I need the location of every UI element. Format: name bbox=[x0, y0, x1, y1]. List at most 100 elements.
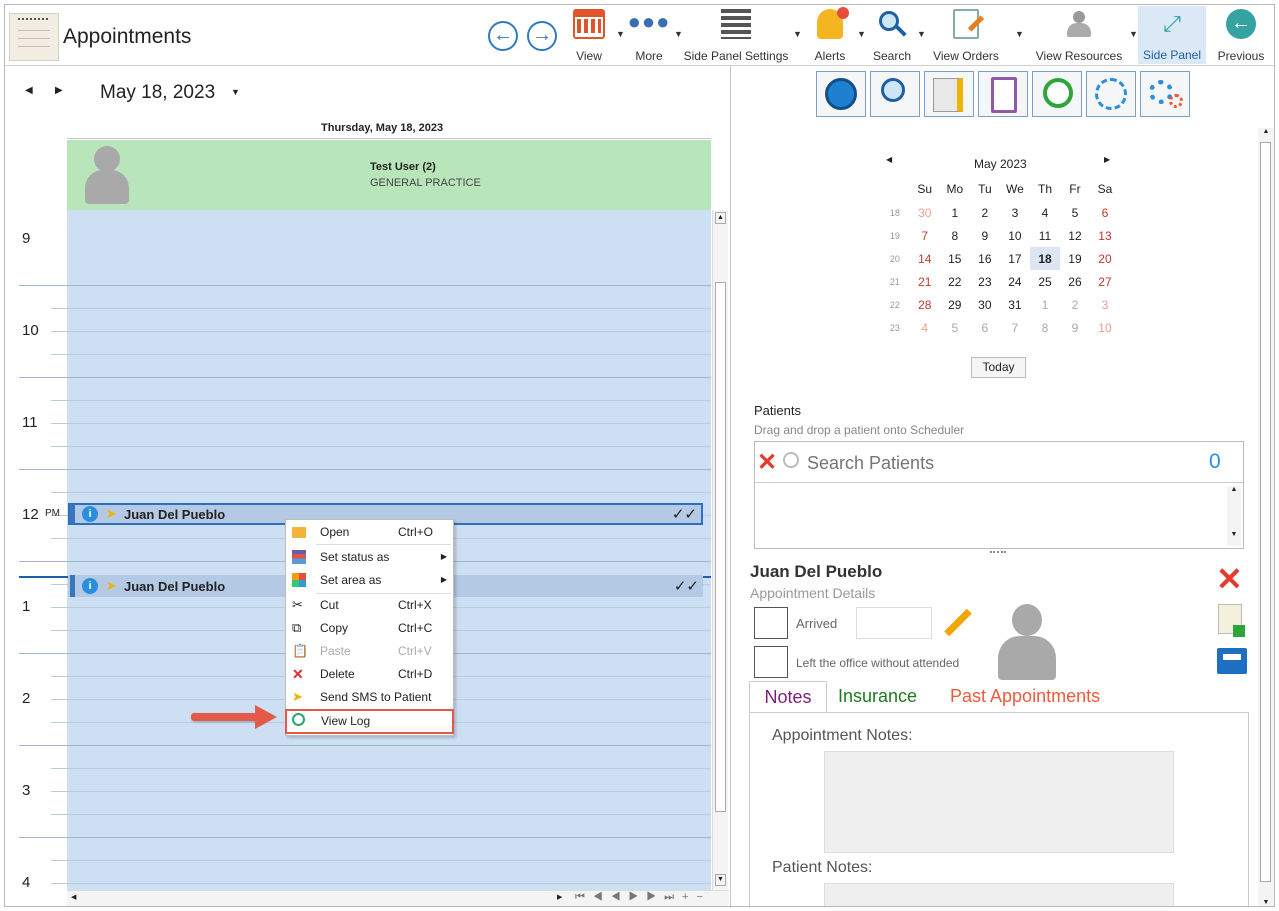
cal-day[interactable]: 1 bbox=[940, 201, 970, 224]
cal-day[interactable]: 12 bbox=[1060, 224, 1090, 247]
search-patients-input[interactable] bbox=[807, 448, 1127, 478]
more-dropdown-icon[interactable]: ▼ bbox=[674, 29, 683, 39]
side-panel-settings-button[interactable]: Side Panel Settings bbox=[683, 5, 789, 65]
cal-day[interactable]: 30 bbox=[910, 201, 940, 224]
menu-item-copy[interactable]: ⧉ Copy Ctrl+C bbox=[286, 617, 453, 639]
cal-day[interactable]: 9 bbox=[970, 224, 1000, 247]
side-btn-search[interactable] bbox=[870, 71, 920, 117]
cal-day[interactable]: 9 bbox=[1060, 316, 1090, 339]
date-dropdown-icon[interactable]: ▼ bbox=[231, 87, 240, 97]
info-icon[interactable]: i bbox=[82, 506, 98, 522]
edit-pencil-icon[interactable] bbox=[944, 608, 972, 637]
horizontal-scrollbar[interactable]: ◀ ▶ ⏮◀◀▶▶⏭+− bbox=[67, 890, 729, 906]
cal-day[interactable]: 26 bbox=[1060, 270, 1090, 293]
view-dropdown-icon[interactable]: ▼ bbox=[616, 29, 625, 39]
cal-day[interactable]: 18 bbox=[1030, 247, 1060, 270]
search-dropdown-icon[interactable]: ▼ bbox=[917, 29, 926, 39]
alerts-dropdown-icon[interactable]: ▼ bbox=[857, 29, 866, 39]
splitter-grip[interactable] bbox=[990, 551, 1006, 555]
delete-x-icon[interactable]: ✕ bbox=[1216, 560, 1243, 598]
prev-day-arrow[interactable]: ◀ bbox=[25, 85, 33, 96]
cal-day[interactable]: 15 bbox=[940, 247, 970, 270]
vertical-scrollbar[interactable]: ▲ ▼ bbox=[712, 210, 728, 890]
export-document-icon[interactable] bbox=[1218, 604, 1245, 637]
cal-day[interactable]: 16 bbox=[970, 247, 1000, 270]
cal-day[interactable]: 8 bbox=[1030, 316, 1060, 339]
cal-day[interactable]: 19 bbox=[1060, 247, 1090, 270]
orders-dropdown-icon[interactable]: ▼ bbox=[1015, 29, 1024, 39]
cal-day[interactable]: 31 bbox=[1000, 293, 1030, 316]
cal-day[interactable]: 1 bbox=[1030, 293, 1060, 316]
cal-day[interactable]: 7 bbox=[1000, 316, 1030, 339]
cal-day[interactable]: 13 bbox=[1090, 224, 1120, 247]
side-btn-refresh[interactable] bbox=[1086, 71, 1136, 117]
side-btn-checklist[interactable] bbox=[978, 71, 1028, 117]
search-button[interactable]: Search bbox=[869, 5, 915, 65]
menu-item-set-status[interactable]: Set status as ▶ bbox=[286, 546, 453, 568]
today-button[interactable]: Today bbox=[971, 357, 1026, 378]
menu-item-cut[interactable]: ✂ Cut Ctrl+X bbox=[286, 594, 453, 616]
patient-notes-field[interactable] bbox=[824, 883, 1174, 906]
date-selector[interactable]: May 18, 2023 bbox=[100, 82, 215, 104]
arrived-checkbox[interactable] bbox=[754, 607, 788, 639]
side-btn-network[interactable] bbox=[816, 71, 866, 117]
arrived-time-field[interactable] bbox=[856, 607, 932, 639]
cal-day[interactable]: 4 bbox=[910, 316, 940, 339]
view-orders-button[interactable]: View Orders bbox=[931, 5, 1001, 65]
more-button[interactable]: ●●● More bbox=[628, 5, 670, 65]
cal-day[interactable]: 23 bbox=[970, 270, 1000, 293]
side-btn-contact[interactable] bbox=[924, 71, 974, 117]
cal-day[interactable]: 24 bbox=[1000, 270, 1030, 293]
view-button[interactable]: View bbox=[567, 5, 611, 65]
appointment-notes-field[interactable] bbox=[824, 751, 1174, 853]
resource-header[interactable]: Test User (2) GENERAL PRACTICE bbox=[67, 140, 711, 210]
cal-day[interactable]: 11 bbox=[1030, 224, 1060, 247]
side-panel-button[interactable]: ⤢ Side Panel bbox=[1138, 6, 1206, 64]
tab-insurance[interactable]: Insurance bbox=[838, 681, 917, 711]
forward-arrow-button[interactable]: → bbox=[527, 21, 557, 51]
side-btn-alarm[interactable] bbox=[1032, 71, 1082, 117]
cal-prev-arrow[interactable]: ◀ bbox=[886, 155, 892, 164]
settings-dropdown-icon[interactable]: ▼ bbox=[793, 29, 802, 39]
clear-x-icon[interactable]: ✕ bbox=[757, 448, 777, 477]
cal-day[interactable]: 14 bbox=[910, 247, 940, 270]
cal-day[interactable]: 20 bbox=[1090, 247, 1120, 270]
info-icon[interactable]: i bbox=[82, 578, 98, 594]
previous-button[interactable]: ← Previous bbox=[1215, 5, 1267, 65]
scroll-thumb[interactable] bbox=[715, 282, 726, 812]
tab-notes[interactable]: Notes bbox=[749, 681, 827, 713]
menu-item-set-area[interactable]: Set area as ▶ bbox=[286, 569, 453, 591]
cal-day[interactable]: 17 bbox=[1000, 247, 1030, 270]
cal-day[interactable]: 25 bbox=[1030, 270, 1060, 293]
cal-day[interactable]: 27 bbox=[1090, 270, 1120, 293]
patients-scrollbar[interactable]: ▲ ▼ bbox=[1227, 486, 1241, 546]
menu-item-send-sms[interactable]: ➤ Send SMS to Patient bbox=[286, 686, 453, 708]
cal-day[interactable]: 30 bbox=[970, 293, 1000, 316]
cal-day[interactable]: 22 bbox=[940, 270, 970, 293]
cal-day[interactable]: 10 bbox=[1000, 224, 1030, 247]
view-resources-button[interactable]: View Resources bbox=[1031, 5, 1127, 65]
side-panel-scrollbar[interactable]: ▲ ▼ bbox=[1258, 128, 1274, 906]
cal-day[interactable]: 21 bbox=[910, 270, 940, 293]
cal-day[interactable]: 8 bbox=[940, 224, 970, 247]
menu-item-view-log[interactable]: View Log bbox=[285, 709, 454, 734]
resources-dropdown-icon[interactable]: ▼ bbox=[1129, 29, 1138, 39]
archive-box-icon[interactable] bbox=[1217, 648, 1247, 674]
cal-day[interactable]: 2 bbox=[1060, 293, 1090, 316]
cal-day[interactable]: 3 bbox=[1000, 201, 1030, 224]
cal-day[interactable]: 28 bbox=[910, 293, 940, 316]
cal-day[interactable]: 5 bbox=[940, 316, 970, 339]
menu-item-open[interactable]: Open Ctrl+O bbox=[286, 521, 453, 543]
cal-day[interactable]: 6 bbox=[1090, 201, 1120, 224]
tab-past-appointments[interactable]: Past Appointments bbox=[950, 681, 1100, 711]
cal-day[interactable]: 6 bbox=[970, 316, 1000, 339]
cal-day[interactable]: 5 bbox=[1060, 201, 1090, 224]
next-day-arrow[interactable]: ▶ bbox=[55, 85, 63, 96]
cal-day[interactable]: 2 bbox=[970, 201, 1000, 224]
navigator-icons[interactable]: ⏮◀◀▶▶⏭+− bbox=[575, 891, 711, 904]
cal-next-arrow[interactable]: ▶ bbox=[1104, 155, 1110, 164]
left-office-checkbox[interactable] bbox=[754, 646, 788, 678]
back-arrow-button[interactable]: ← bbox=[488, 21, 518, 51]
side-btn-settings[interactable] bbox=[1140, 71, 1190, 117]
cal-day[interactable]: 10 bbox=[1090, 316, 1120, 339]
